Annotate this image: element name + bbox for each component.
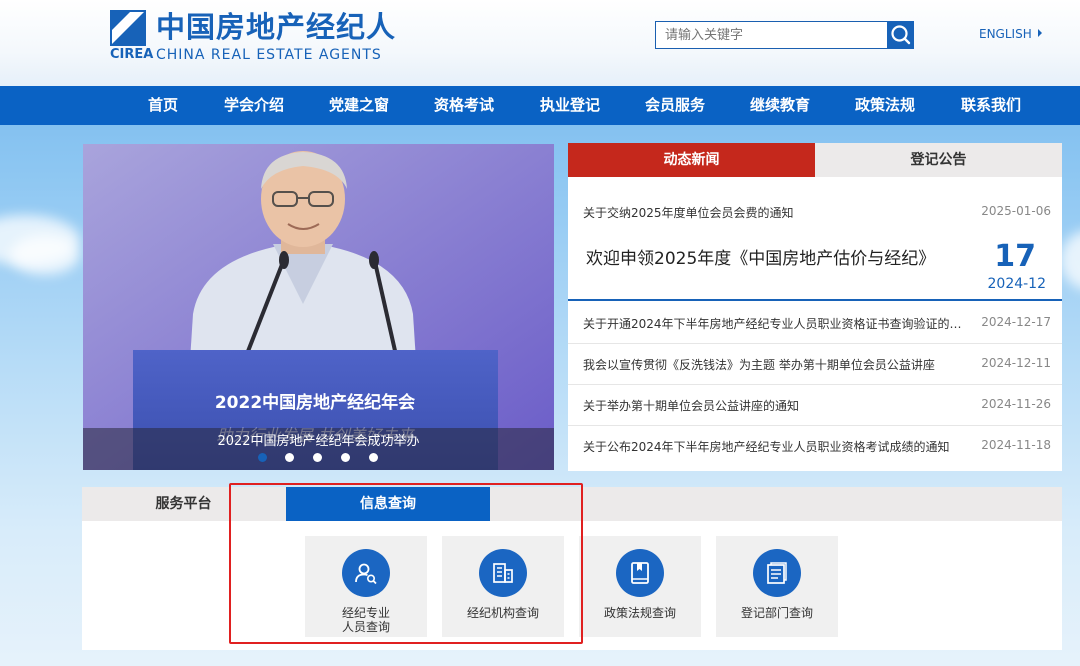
news-panel: 动态新闻 登记公告 关于交纳2025年度单位会员会费的通知 2025-01-06…: [568, 143, 1062, 471]
nav-item-continuing-education[interactable]: 继续教育: [750, 86, 810, 125]
search-box: [655, 21, 914, 49]
card-label: 政策法规查询: [579, 606, 701, 620]
cloud-decoration: [10, 235, 80, 275]
news-item-date: 2024-11-26: [981, 397, 1051, 411]
nav-item-contact[interactable]: 联系我们: [961, 86, 1021, 125]
news-item-title: 我会以宣传贯彻《反洗钱法》为主题 举办第十期单位会员公益讲座: [583, 358, 935, 372]
podium-title-text: 2022中国房地产经纪年会: [215, 392, 415, 413]
featured-news[interactable]: 欢迎申领2025年度《中国房地产估价与经纪》 17 2024-12: [568, 233, 1062, 301]
search-input[interactable]: [655, 21, 887, 49]
search-button[interactable]: [887, 21, 914, 49]
logo-abbreviation: CIREA: [110, 47, 154, 62]
nav-item-home[interactable]: 首页: [148, 86, 178, 125]
card-registration-dept-query[interactable]: 登记部门查询: [716, 536, 838, 637]
news-item[interactable]: 关于交纳2025年度单位会员会费的通知 2025-01-06: [568, 192, 1062, 233]
book-icon: [616, 549, 664, 597]
search-icon: [891, 25, 911, 45]
carousel-dot-4[interactable]: [341, 453, 350, 462]
carousel-dot-2[interactable]: [285, 453, 294, 462]
news-item-date: 2024-11-18: [981, 438, 1051, 452]
card-label-line1: 登记部门查询: [740, 606, 813, 620]
nav-item-registration[interactable]: 执业登记: [540, 86, 600, 125]
carousel-indicators: [255, 453, 385, 463]
nav-item-party-building[interactable]: 党建之窗: [329, 86, 389, 125]
english-label: ENGLISH: [979, 27, 1032, 41]
nav-item-exam[interactable]: 资格考试: [434, 86, 494, 125]
carousel-dot-1[interactable]: [258, 453, 267, 462]
news-item[interactable]: 我会以宣传贯彻《反洗钱法》为主题 举办第十期单位会员公益讲座 2024-12-1…: [568, 344, 1062, 385]
card-policy-query[interactable]: 政策法规查询: [579, 536, 701, 637]
featured-news-month: 2024-12: [987, 276, 1047, 292]
logo-chinese-name: 中国房地产经纪人: [156, 10, 397, 44]
news-item[interactable]: 关于开通2024年下半年房地产经纪专业人员职业资格证书查询验证的通知 2024-…: [568, 303, 1062, 344]
news-item[interactable]: 关于举办第十期单位会员公益讲座的通知 2024-11-26: [568, 385, 1062, 426]
site-header: 中国房地产经纪人 CIREA CHINA REAL ESTATE AGENTS …: [0, 0, 1080, 86]
carousel-dot-3[interactable]: [313, 453, 322, 462]
site-logo[interactable]: 中国房地产经纪人 CIREA CHINA REAL ESTATE AGENTS: [110, 10, 395, 66]
news-item-title: 关于交纳2025年度单位会员会费的通知: [583, 206, 794, 220]
banner-caption[interactable]: 2022中国房地产经纪年会成功举办: [83, 430, 554, 449]
cloud-decoration: [1060, 230, 1080, 290]
featured-news-title: 欢迎申领2025年度《中国房地产估价与经纪》: [586, 249, 936, 269]
logo-english-name: CHINA REAL ESTATE AGENTS: [156, 47, 382, 63]
banner-carousel[interactable]: 2022中国房地产经纪年会 助力行业发展 共创美好未来 2022中国房地产经纪年…: [83, 144, 554, 470]
card-label: 登记部门查询: [716, 606, 838, 620]
document-icon: [753, 549, 801, 597]
news-item-date: 2024-12-11: [981, 356, 1051, 370]
card-label-line1: 政策法规查询: [603, 606, 676, 620]
news-item-title: 关于举办第十期单位会员公益讲座的通知: [583, 399, 800, 413]
english-language-link[interactable]: ENGLISH: [979, 27, 1042, 41]
carousel-dot-5[interactable]: [369, 453, 378, 462]
highlight-box: [229, 483, 583, 644]
main-nav: 首页 学会介绍 党建之窗 资格考试 执业登记 会员服务 继续教育 政策法规 联系…: [0, 86, 1080, 125]
caret-right-icon: [1037, 29, 1042, 37]
news-item-title: 关于公布2024年下半年房地产经纪专业人员职业资格考试成绩的通知: [583, 440, 950, 454]
nav-item-member-service[interactable]: 会员服务: [645, 86, 705, 125]
nav-item-about[interactable]: 学会介绍: [224, 86, 284, 125]
news-item-date: 2024-12-17: [981, 315, 1051, 329]
news-item[interactable]: 关于公布2024年下半年房地产经纪专业人员职业资格考试成绩的通知 2024-11…: [568, 426, 1062, 467]
news-item-title: 关于开通2024年下半年房地产经纪专业人员职业资格证书查询验证的通知: [583, 317, 968, 331]
banner-photo: 2022中国房地产经纪年会 助力行业发展 共创美好未来: [83, 144, 554, 470]
news-item-date: 2025-01-06: [981, 204, 1051, 218]
featured-news-day: 17: [994, 239, 1036, 274]
nav-item-policy[interactable]: 政策法规: [855, 86, 915, 125]
tab-registration-notices[interactable]: 登记公告: [815, 143, 1062, 177]
logo-mark-icon: [110, 10, 146, 46]
tab-dynamic-news[interactable]: 动态新闻: [568, 143, 815, 177]
